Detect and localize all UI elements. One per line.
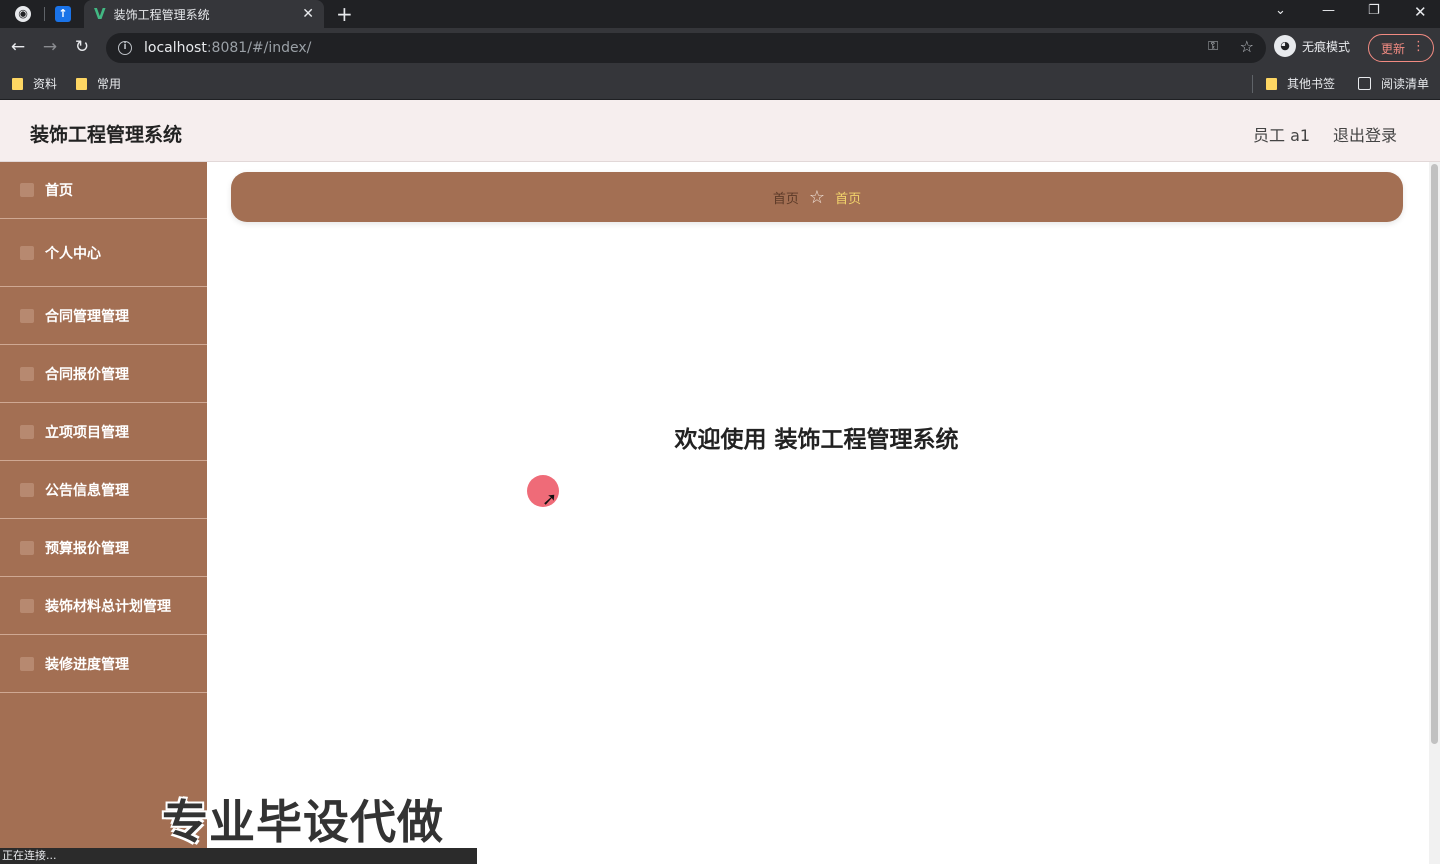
url-host: localhost: [144, 40, 207, 56]
grid-icon: [20, 598, 34, 613]
breadcrumb-home[interactable]: 首页: [773, 188, 799, 207]
incognito-label: 无痕模式: [1302, 39, 1351, 54]
current-user: 员工 a1: [1253, 126, 1311, 145]
sidebar-item-label: 首页: [45, 183, 73, 199]
folder-icon: [20, 656, 34, 671]
reading-list-icon: [1358, 77, 1371, 90]
welcome-message: 欢迎使用 装饰工程管理系统: [674, 427, 959, 453]
restore-icon[interactable]: ❐: [1368, 3, 1380, 18]
tab-title: 装饰工程管理系统: [113, 7, 210, 22]
sidebar-item-project[interactable]: 立项项目管理: [0, 403, 207, 461]
site-info-icon[interactable]: i: [118, 41, 132, 55]
sidebar-item-label: 立项项目管理: [45, 424, 129, 441]
sidebar-item-contract-quote[interactable]: 合同报价管理: [0, 345, 207, 403]
update-label: 更新: [1381, 41, 1406, 56]
incognito-indicator[interactable]: ◕ 无痕模式: [1274, 35, 1350, 57]
menu-icon: [20, 308, 34, 323]
document-icon: [20, 366, 34, 381]
address-bar[interactable]: i localhost:8081/#/index/ ⚿ ☆: [106, 33, 1266, 63]
sidebar-item-home[interactable]: 首页: [0, 162, 207, 219]
update-button[interactable]: 更新 ⋮: [1368, 34, 1434, 62]
sidebar: 首页 个人中心 合同管理管理 合同报价管理 立项项目管理 公告信息管理 预算报价…: [0, 162, 207, 864]
folder-icon: [76, 77, 87, 90]
sidebar-item-label: 合同报价管理: [45, 366, 129, 383]
reading-list-label: 阅读清单: [1381, 77, 1430, 91]
reading-list[interactable]: 阅读清单: [1358, 75, 1429, 92]
bookmarks-bar: 资料 常用 其他书签 阅读清单: [0, 68, 1440, 100]
pinned-tab-1[interactable]: ◉: [4, 0, 42, 28]
main-content: 首页 ☆ 首页 欢迎使用 装饰工程管理系统: [207, 162, 1440, 864]
browser-tab-strip: ◉ ↑ V 装饰工程管理系统 ✕ + ⌄ — ❐ ✕: [0, 0, 1440, 28]
url-path: :8081/#/index/: [206, 40, 312, 56]
sidebar-item-label: 合同管理管理: [45, 308, 129, 325]
logout-link[interactable]: 退出登录: [1333, 122, 1397, 146]
sidebar-item-notice[interactable]: 公告信息管理: [0, 461, 207, 519]
active-tab[interactable]: V 装饰工程管理系统 ✕: [84, 0, 324, 28]
flag-icon: [20, 482, 34, 497]
pinned-tab-2[interactable]: ↑: [44, 0, 82, 28]
bookmark-label: 常用: [97, 77, 122, 91]
key-icon[interactable]: ⚿: [1208, 39, 1218, 54]
star-icon: ☆: [808, 186, 826, 208]
bookmark-item[interactable]: 资料: [12, 75, 57, 92]
minimize-icon[interactable]: —: [1322, 3, 1335, 18]
bookmark-separator: [1252, 75, 1253, 93]
folder-icon: [20, 424, 34, 439]
tab-search-icon[interactable]: ⌄: [1275, 3, 1286, 18]
watermark: 专业毕设代做: [162, 795, 444, 849]
bookmark-label: 资料: [33, 77, 58, 91]
reload-icon[interactable]: ↻: [71, 37, 93, 57]
sidebar-item-contract[interactable]: 合同管理管理: [0, 287, 207, 345]
tab-close-icon[interactable]: ✕: [302, 6, 314, 22]
forward-icon[interactable]: →: [39, 37, 61, 57]
more-icon: ⋮: [1412, 39, 1425, 54]
new-tab-icon[interactable]: +: [336, 2, 353, 26]
app-icon: ↑: [55, 6, 71, 22]
other-bookmarks-label: 其他书签: [1287, 77, 1336, 91]
breadcrumb: 首页 ☆ 首页: [231, 172, 1403, 222]
bookmark-star-icon[interactable]: ☆: [1240, 37, 1254, 56]
home-icon: [20, 183, 34, 197]
sidebar-item-label: 预算报价管理: [45, 540, 129, 557]
sidebar-item-material-plan[interactable]: 装饰材料总计划管理: [0, 577, 207, 635]
globe-icon: ◉: [15, 6, 31, 22]
sidebar-item-profile[interactable]: 个人中心: [0, 219, 207, 287]
back-icon[interactable]: ←: [7, 37, 29, 57]
scrollbar[interactable]: [1429, 162, 1440, 864]
sidebar-item-label: 装修进度管理: [45, 656, 129, 673]
app-header: 装饰工程管理系统 员工 a1 退出登录: [0, 100, 1440, 162]
folder-icon: [12, 77, 23, 90]
browser-status: 正在连接...: [0, 848, 477, 864]
sidebar-item-label: 装饰材料总计划管理: [45, 598, 171, 615]
incognito-icon: ◕: [1274, 35, 1296, 57]
scrollbar-thumb[interactable]: [1431, 164, 1438, 744]
mouse-cursor-icon: ➚: [542, 489, 558, 510]
vue-logo-icon: V: [94, 5, 106, 23]
sidebar-item-progress[interactable]: 装修进度管理: [0, 635, 207, 693]
menu-icon: [20, 540, 34, 555]
user-icon: [20, 245, 34, 260]
bookmark-item[interactable]: 常用: [76, 75, 121, 92]
breadcrumb-current: 首页: [835, 191, 862, 207]
browser-toolbar: ← → ↻ i localhost:8081/#/index/ ⚿ ☆ ◕ 无痕…: [0, 28, 1440, 68]
sidebar-item-budget[interactable]: 预算报价管理: [0, 519, 207, 577]
window-close-icon[interactable]: ✕: [1414, 3, 1427, 21]
sidebar-item-label: 个人中心: [45, 245, 101, 262]
app-title: 装饰工程管理系统: [30, 124, 183, 146]
folder-icon: [1266, 77, 1277, 90]
other-bookmarks[interactable]: 其他书签: [1266, 75, 1335, 92]
sidebar-item-label: 公告信息管理: [45, 482, 129, 499]
